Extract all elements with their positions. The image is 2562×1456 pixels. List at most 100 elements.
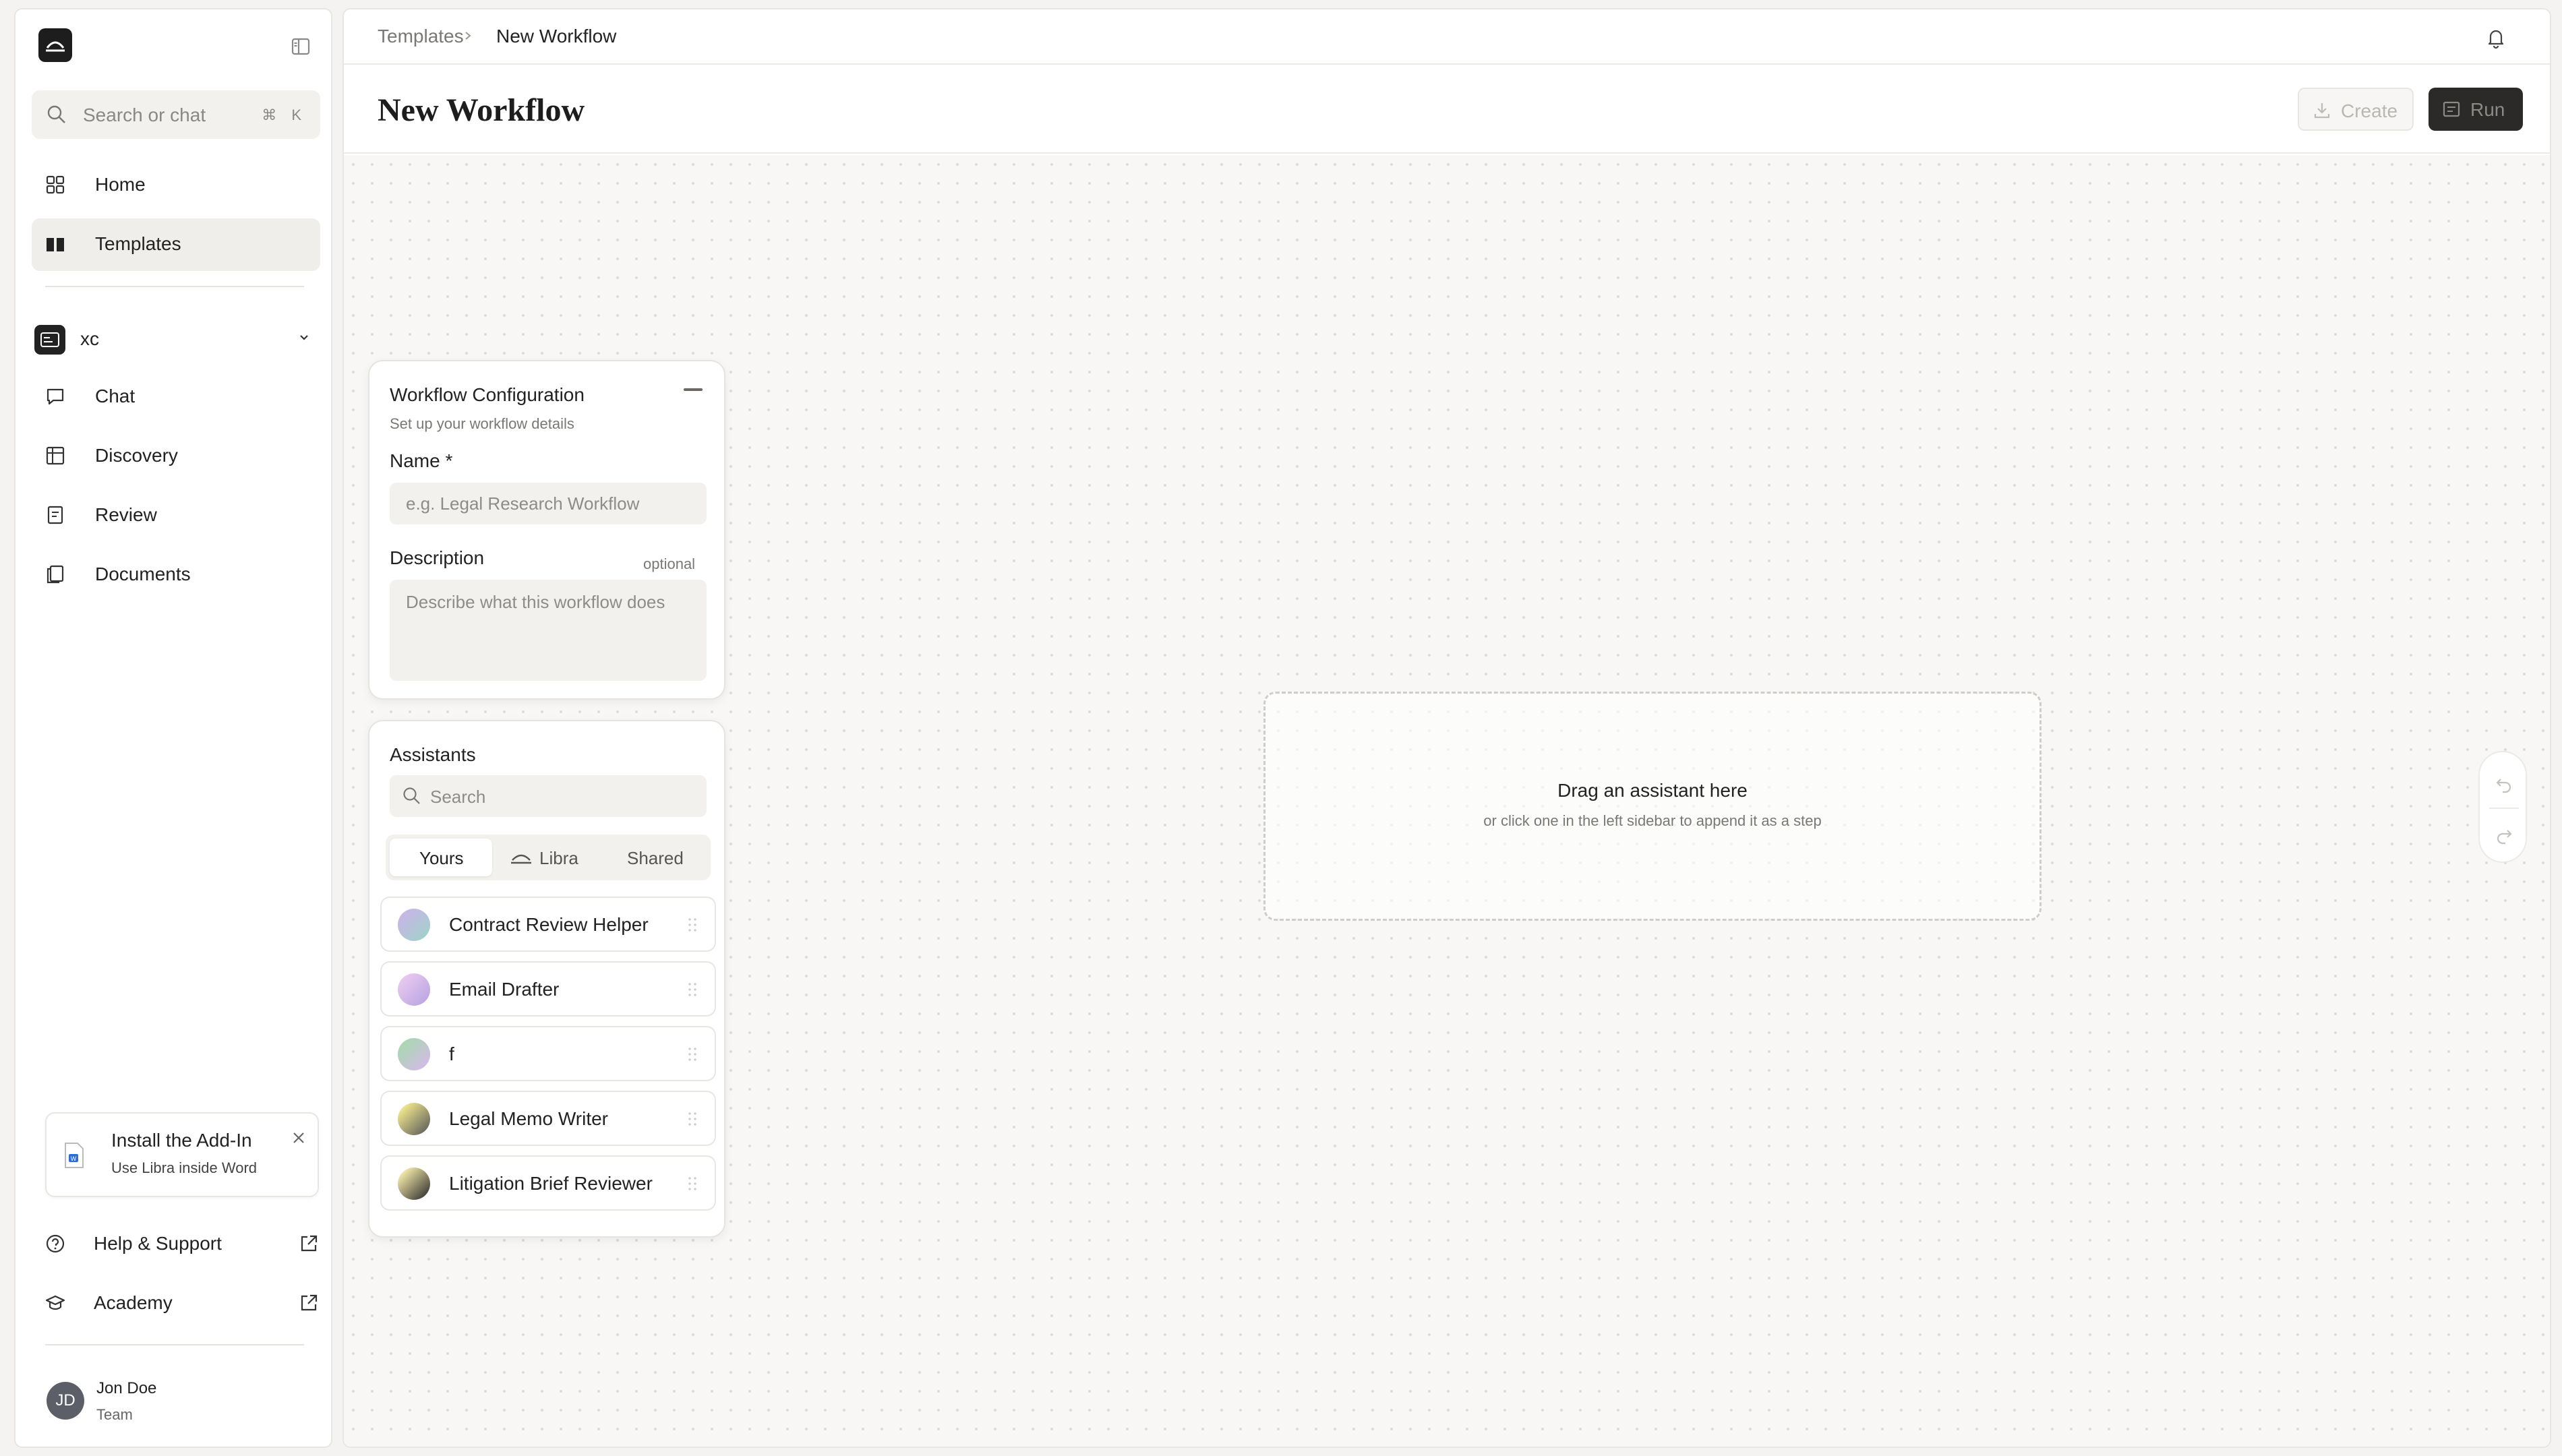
book-icon bbox=[45, 234, 65, 254]
chat-icon bbox=[45, 386, 65, 406]
optional-label: optional bbox=[643, 555, 696, 572]
assistant-item[interactable]: Email Drafter bbox=[380, 961, 716, 1017]
search-icon bbox=[47, 104, 67, 125]
download-icon bbox=[2313, 101, 2331, 120]
external-link-icon bbox=[299, 1234, 319, 1254]
nav-home-label: Home bbox=[95, 174, 146, 195]
external-link-icon bbox=[299, 1293, 319, 1313]
name-label: Name * bbox=[390, 450, 453, 471]
workflow-config-card: Workflow Configuration Set up your workf… bbox=[368, 360, 725, 700]
drag-handle-icon[interactable] bbox=[686, 1174, 698, 1193]
sidebar-search[interactable]: Search or chat ⌘ K bbox=[32, 90, 320, 139]
undo-icon[interactable] bbox=[2495, 775, 2513, 794]
tab-libra[interactable]: Libra bbox=[496, 839, 599, 876]
main-panel: Templates New Workflow New Workflow Crea… bbox=[342, 8, 2551, 1448]
sidebar: Search or chat ⌘ K Home Templates xc Cha… bbox=[14, 8, 332, 1448]
history-divider bbox=[2489, 808, 2519, 809]
nav-review[interactable]: Review bbox=[32, 489, 320, 542]
nav-templates-label: Templates bbox=[95, 233, 181, 254]
tab-shared[interactable]: Shared bbox=[603, 839, 707, 876]
assistant-avatar bbox=[398, 909, 430, 941]
bell-icon[interactable] bbox=[2482, 24, 2509, 51]
svg-text:W: W bbox=[71, 1155, 77, 1162]
create-button-label: Create bbox=[2341, 100, 2398, 121]
nav-chat[interactable]: Chat bbox=[32, 371, 320, 423]
page-title: New Workflow bbox=[378, 92, 585, 128]
dropzone-title: Drag an assistant here bbox=[1557, 780, 1748, 801]
create-button[interactable]: Create bbox=[2298, 88, 2414, 131]
topbar: Templates New Workflow bbox=[344, 9, 2550, 65]
table-icon bbox=[45, 446, 65, 466]
help-support-label: Help & Support bbox=[94, 1233, 222, 1254]
assistant-item[interactable]: Contract Review Helper bbox=[380, 897, 716, 952]
help-support-link[interactable]: Help & Support bbox=[38, 1220, 328, 1267]
assistant-avatar bbox=[398, 1038, 430, 1070]
tab-libra-label: Libra bbox=[539, 848, 578, 868]
libra-logo-icon bbox=[510, 851, 533, 866]
assistants-title: Assistants bbox=[390, 744, 476, 765]
graduation-cap-icon bbox=[45, 1293, 65, 1313]
workflow-canvas[interactable]: Workflow Configuration Set up your workf… bbox=[344, 155, 2550, 1447]
assistant-search-placeholder: Search bbox=[430, 787, 486, 807]
tab-shared-label: Shared bbox=[627, 848, 684, 868]
sidebar-divider bbox=[45, 1344, 304, 1345]
name-input[interactable] bbox=[390, 483, 707, 524]
assistant-name: Email Drafter bbox=[449, 979, 560, 1000]
run-button-label: Run bbox=[2470, 99, 2505, 120]
addin-promo-card[interactable]: W Install the Add-In Use Libra inside Wo… bbox=[45, 1112, 319, 1197]
assistant-avatar bbox=[398, 1167, 430, 1200]
close-icon[interactable] bbox=[291, 1130, 307, 1146]
workspace-icon bbox=[40, 332, 59, 347]
breadcrumb-templates[interactable]: Templates bbox=[378, 26, 464, 47]
assistant-name: Litigation Brief Reviewer bbox=[449, 1173, 653, 1194]
assistant-avatar bbox=[398, 1103, 430, 1135]
assistant-name: Contract Review Helper bbox=[449, 914, 649, 935]
run-icon bbox=[2442, 100, 2461, 118]
app-logo[interactable] bbox=[38, 28, 72, 62]
search-icon bbox=[402, 786, 422, 806]
drag-handle-icon[interactable] bbox=[686, 1110, 698, 1128]
avatar[interactable]: JD bbox=[47, 1382, 84, 1420]
workspace-name[interactable]: xc bbox=[80, 328, 99, 350]
assistant-item[interactable]: f bbox=[380, 1026, 716, 1081]
config-title: Workflow Configuration bbox=[390, 384, 585, 405]
drag-handle-icon[interactable] bbox=[686, 980, 698, 999]
academy-label: Academy bbox=[94, 1292, 173, 1313]
nav-review-label: Review bbox=[95, 504, 157, 525]
run-button[interactable]: Run bbox=[2429, 88, 2523, 131]
drag-handle-icon[interactable] bbox=[686, 915, 698, 934]
assistant-item[interactable]: Legal Memo Writer bbox=[380, 1091, 716, 1146]
user-team: Team bbox=[96, 1406, 133, 1423]
nav-chat-label: Chat bbox=[95, 386, 136, 406]
description-label: Description bbox=[390, 547, 485, 568]
chevron-down-icon[interactable] bbox=[297, 330, 311, 344]
nav-documents-label: Documents bbox=[95, 564, 191, 584]
history-controls bbox=[2478, 751, 2527, 863]
academy-link[interactable]: Academy bbox=[38, 1279, 328, 1327]
assistant-name: f bbox=[449, 1043, 454, 1064]
nav-templates[interactable]: Templates bbox=[32, 218, 320, 271]
dropzone-subtitle: or click one in the left sidebar to appe… bbox=[1483, 812, 1822, 829]
config-subtitle: Set up your workflow details bbox=[390, 415, 574, 432]
nav-home[interactable]: Home bbox=[32, 159, 320, 212]
drag-handle-icon[interactable] bbox=[686, 1045, 698, 1064]
tab-yours[interactable]: Yours bbox=[390, 839, 492, 876]
assistants-card: Assistants Search Yours Libra Shared Con… bbox=[368, 720, 725, 1238]
assistant-dropzone[interactable]: Drag an assistant here or click one in t… bbox=[1263, 692, 2042, 921]
nav-documents[interactable]: Documents bbox=[32, 549, 320, 601]
user-name[interactable]: Jon Doe bbox=[96, 1379, 156, 1398]
help-icon bbox=[45, 1234, 65, 1254]
search-placeholder: Search or chat bbox=[83, 104, 206, 125]
workspace-badge[interactable] bbox=[34, 325, 65, 355]
assistant-item[interactable]: Litigation Brief Reviewer bbox=[380, 1155, 716, 1211]
sidebar-collapse-icon[interactable] bbox=[291, 36, 311, 57]
assistant-tabs: Yours Libra Shared bbox=[386, 835, 711, 880]
description-input[interactable] bbox=[390, 580, 707, 681]
nav-discovery-label: Discovery bbox=[95, 445, 178, 466]
redo-icon[interactable] bbox=[2495, 826, 2513, 845]
nav-discovery[interactable]: Discovery bbox=[32, 430, 320, 483]
documents-icon bbox=[45, 564, 65, 584]
review-icon bbox=[45, 505, 65, 525]
assistant-search-input[interactable]: Search bbox=[390, 775, 707, 817]
minimize-icon[interactable] bbox=[684, 388, 703, 391]
